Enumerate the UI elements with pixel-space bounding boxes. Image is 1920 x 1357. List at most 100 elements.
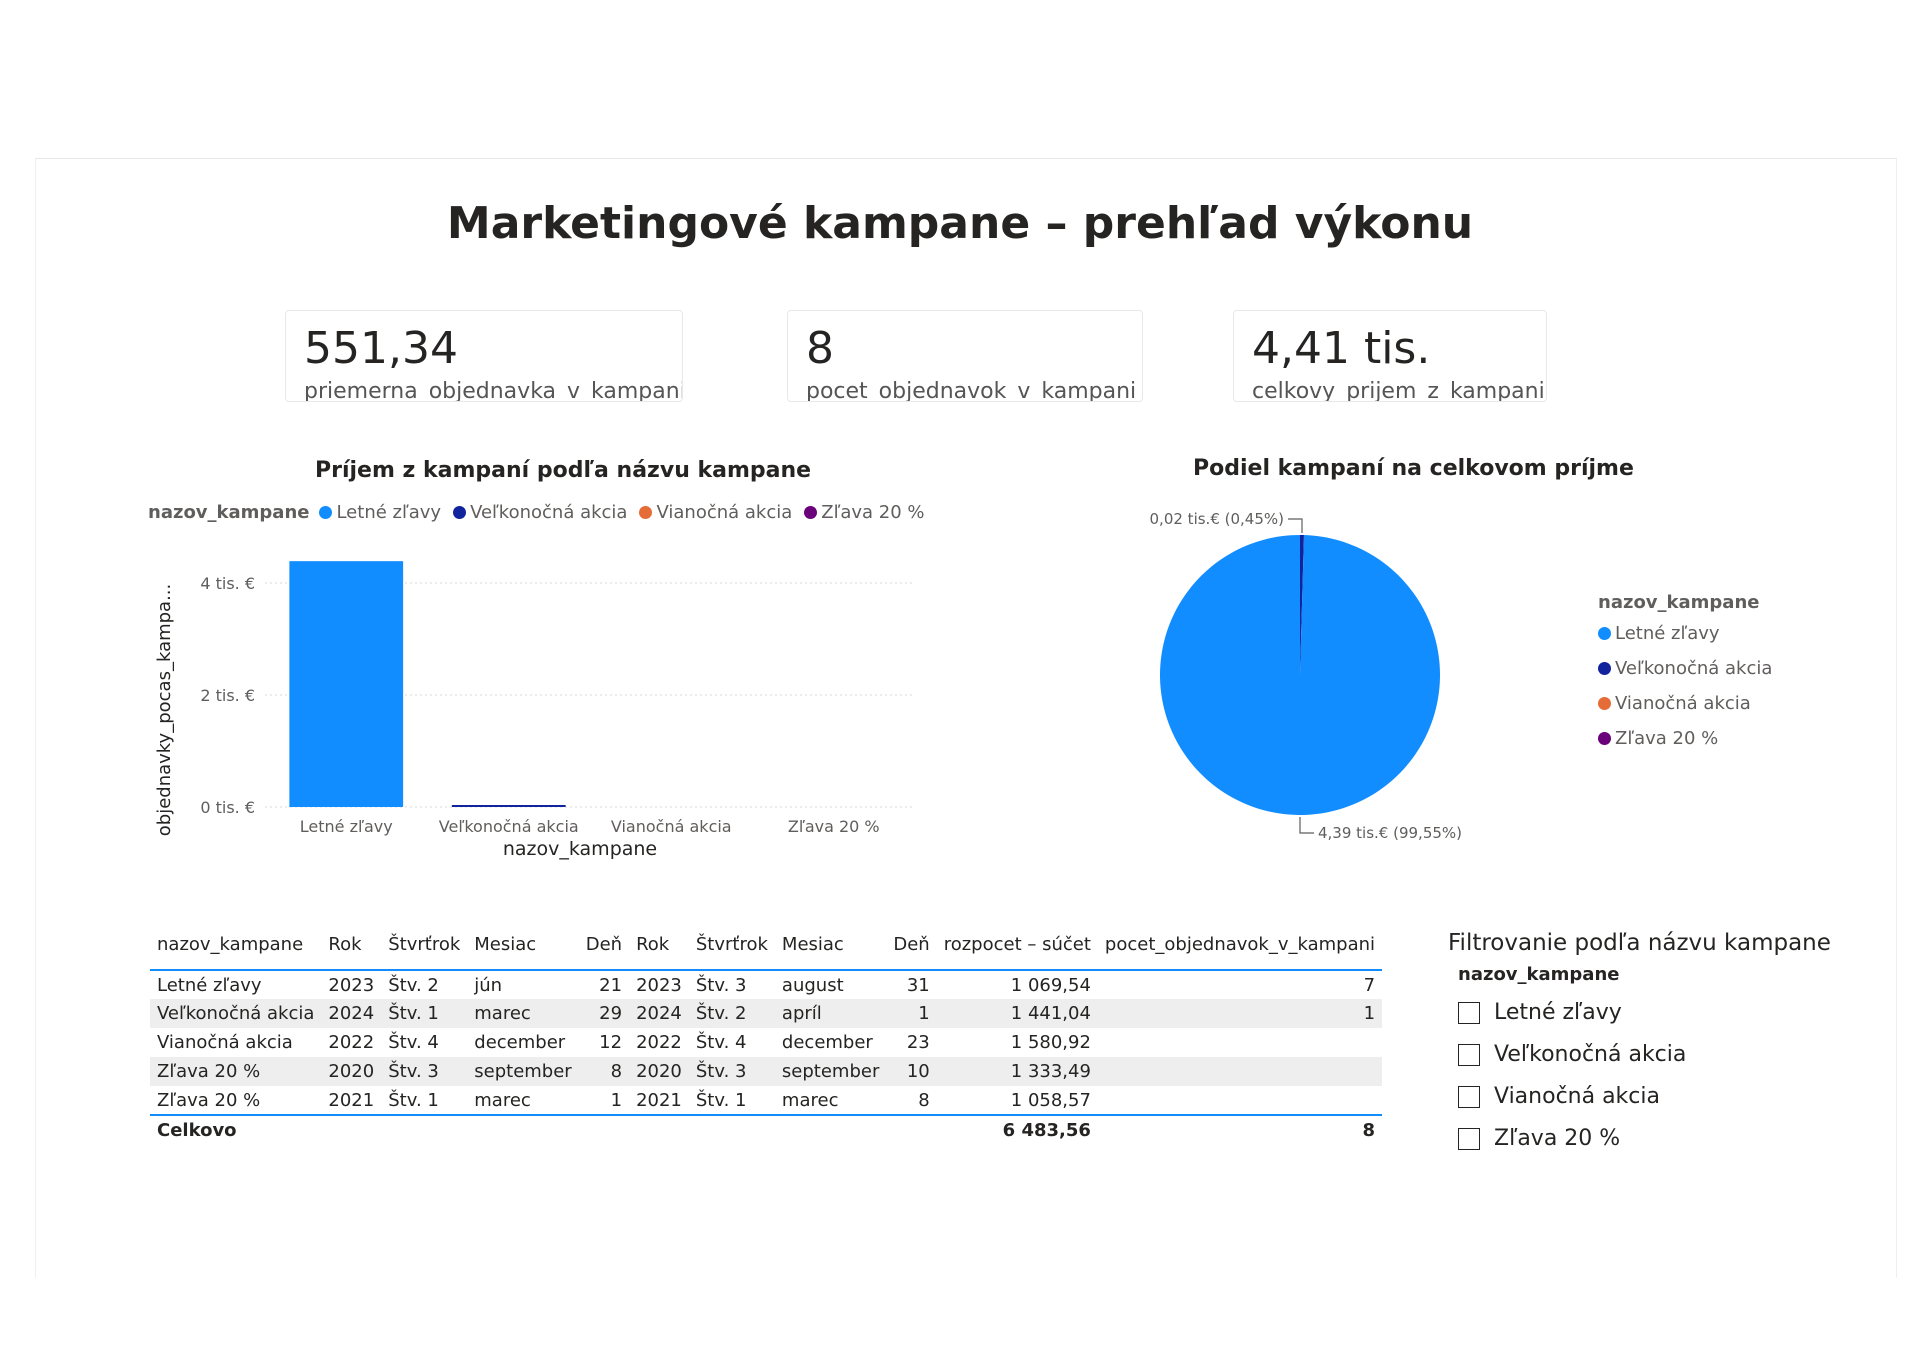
- legend-label: Vianočná akcia: [1615, 693, 1751, 714]
- table-row[interactable]: Vianočná akcia 2022 Štv. 4 december 12 2022 Št…: [150, 1028, 1382, 1057]
- y-tick-label: 0 tis. €: [200, 798, 255, 817]
- table-cell: 29: [578, 999, 630, 1028]
- column-header[interactable]: Deň: [578, 930, 630, 971]
- kpi-value: 4,41 tis.: [1252, 323, 1431, 374]
- table-cell: 12: [599, 1032, 623, 1053]
- legend-dot-icon: [319, 506, 333, 519]
- legend-label: Zľava 20 %: [821, 502, 925, 523]
- table-cell: 1 058,57: [1010, 1089, 1091, 1111]
- legend-dot-icon: [1598, 697, 1611, 710]
- pie-chart-title: Podiel kampaní na celkovom príjme: [1193, 456, 1634, 481]
- legend-item[interactable]: Letné zľavy: [1598, 623, 1772, 644]
- kpi-label: priemerna_objednavka_v_kampani: [304, 379, 683, 402]
- table-cell: Letné zľavy: [157, 974, 262, 996]
- legend-item[interactable]: Zľava 20 %: [804, 502, 925, 523]
- kpi-label: pocet_objednavok_v_kampani: [806, 379, 1137, 402]
- checkbox-icon[interactable]: [1458, 1127, 1480, 1150]
- table-cell: 2021: [636, 1089, 682, 1111]
- checkbox-icon[interactable]: [1458, 1043, 1480, 1066]
- legend-item[interactable]: Vianočná akcia: [1598, 693, 1772, 714]
- table-cell: 1 333,49: [936, 1057, 1098, 1086]
- table-header-row: nazov_kampane Rok Štvrťrok Mesiac Deň Ro…: [150, 930, 1383, 971]
- legend-item[interactable]: Zľava 20 %: [1598, 728, 1772, 749]
- table-cell: marec: [467, 999, 579, 1028]
- kpi-card-average-order[interactable]: 551,34 priemerna_objednavka_v_kampani: [285, 310, 683, 402]
- column-header[interactable]: Štvrťrok: [381, 930, 468, 971]
- slicer-item-label: Veľkonočná akcia: [1494, 1042, 1687, 1067]
- column-header[interactable]: Rok: [321, 930, 382, 971]
- x-tick-label: Veľkonočná akcia: [439, 817, 579, 836]
- pie-chart-legend: nazov_kampane Letné zľavy Veľkonočná akc…: [1598, 592, 1784, 763]
- table-cell: Štv. 1: [695, 1089, 747, 1111]
- campaign-table: nazov_kampane Rok Štvrťrok Mesiac Deň Ro…: [150, 930, 1383, 1144]
- table-total-cell: 8: [1097, 1114, 1383, 1144]
- slicer-item-label: Vianočná akcia: [1494, 1084, 1660, 1109]
- bar-chart-legend: nazov_kampane Letné zľavy Veľkonočná akc…: [148, 502, 937, 523]
- table-cell: Štv. 1: [381, 999, 468, 1028]
- bar-chart: 0 tis. € 2 tis. € 4 tis. € Letné zľavy Veľk…: [154, 561, 915, 860]
- table-cell: september: [774, 1057, 887, 1086]
- table-row[interactable]: Letné zľavy 2023 Štv. 2 jún 21 2023 Štv. 3 augu…: [150, 970, 1382, 999]
- table-cell: Štv. 1: [388, 1089, 439, 1111]
- pie-slice[interactable]: [1159, 535, 1440, 815]
- bar[interactable]: [451, 805, 566, 807]
- table-total-row: Celkovo 6 483,56 8: [150, 1114, 1383, 1144]
- column-header[interactable]: Rok: [629, 930, 689, 971]
- column-header[interactable]: pocet_objednavok_v_kampani: [1097, 930, 1383, 971]
- legend-item[interactable]: Veľkonočná akcia: [453, 502, 627, 523]
- legend-item[interactable]: Veľkonočná akcia: [1598, 658, 1772, 679]
- x-tick-label: Letné zľavy: [300, 817, 393, 836]
- slicer-item[interactable]: Veľkonočná akcia: [1458, 1042, 1686, 1067]
- legend-item[interactable]: Vianočná akcia: [639, 502, 792, 523]
- table-cell: 23: [906, 1032, 930, 1053]
- slicer-item[interactable]: Vianočná akcia: [1458, 1084, 1660, 1109]
- legend-label: Veľkonočná akcia: [470, 502, 628, 523]
- bar[interactable]: [289, 561, 404, 807]
- pie-data-label: 4,39 tis.€ (99,55%): [1318, 824, 1462, 842]
- table-cell: Štv. 4: [388, 1032, 439, 1053]
- table-cell: 2021: [328, 1089, 375, 1111]
- legend-label: Veľkonočná akcia: [1615, 658, 1773, 679]
- x-axis-label: nazov_kampane: [503, 838, 657, 860]
- kpi-card-total-revenue[interactable]: 4,41 tis. celkovy_prijem_z_kampani: [1233, 310, 1547, 402]
- column-header[interactable]: Mesiac: [774, 930, 887, 971]
- table-cell: 21: [599, 974, 623, 996]
- table-cell: Štv. 4: [695, 1032, 747, 1053]
- bar-chart-title: Príjem z kampaní podľa názvu kampane: [315, 458, 812, 483]
- table-row[interactable]: Zľava 20 % 2021 Štv. 1 marec 1 2021 Štv. 1 mare…: [150, 1086, 1382, 1115]
- kpi-card-order-count[interactable]: 8 pocet_objednavok_v_kampani: [787, 310, 1143, 402]
- column-header[interactable]: nazov_kampane: [150, 930, 322, 971]
- x-tick-label: Zľava 20 %: [788, 817, 880, 836]
- column-header[interactable]: Mesiac: [467, 930, 579, 971]
- checkbox-icon[interactable]: [1458, 1085, 1480, 1108]
- legend-dot-icon: [1598, 732, 1611, 745]
- table-cell: 2022: [636, 1032, 682, 1053]
- table-total-cell: 6 483,56: [936, 1114, 1098, 1144]
- checkbox-icon[interactable]: [1458, 1001, 1480, 1024]
- table-row[interactable]: Zľava 20 % 2020 Štv. 3 september 8 2020 Štv. 3…: [150, 1057, 1383, 1086]
- column-header[interactable]: Deň: [886, 930, 937, 971]
- legend-dot-icon: [804, 506, 818, 519]
- column-header[interactable]: rozpocet – súčet: [936, 930, 1098, 971]
- table-total-cell: [381, 1114, 468, 1144]
- report-title: Marketingové kampane – prehľad výkonu: [446, 198, 1474, 249]
- table-cell: Štv. 2: [688, 999, 775, 1028]
- table-total-cell: [629, 1114, 689, 1144]
- table-cell: december: [474, 1032, 566, 1053]
- table-cell: [1098, 1086, 1382, 1115]
- legend-item[interactable]: Letné zľavy: [319, 502, 441, 523]
- kpi-label: celkovy_prijem_z_kampani: [1252, 379, 1545, 402]
- table-cell: apríl: [774, 999, 887, 1028]
- table-row[interactable]: Veľkonočná akcia 2024 Štv. 1 marec 29 2024 Štv…: [150, 999, 1383, 1028]
- legend-dot-icon: [639, 506, 653, 519]
- column-header[interactable]: Štvrťrok: [688, 930, 775, 971]
- table-cell: Zľava 20 %: [150, 1057, 322, 1086]
- y-axis-label: objednavky_pocas_kampa...: [154, 584, 175, 837]
- slicer-item[interactable]: Letné zľavy: [1458, 1000, 1622, 1025]
- table-cell: 2024: [629, 999, 689, 1028]
- table-cell: 10: [886, 1057, 937, 1086]
- table-total-cell: Celkovo: [150, 1114, 322, 1144]
- slicer-item[interactable]: Zľava 20 %: [1458, 1126, 1620, 1151]
- table-total-cell: [688, 1114, 775, 1144]
- table-cell: 1: [886, 999, 937, 1028]
